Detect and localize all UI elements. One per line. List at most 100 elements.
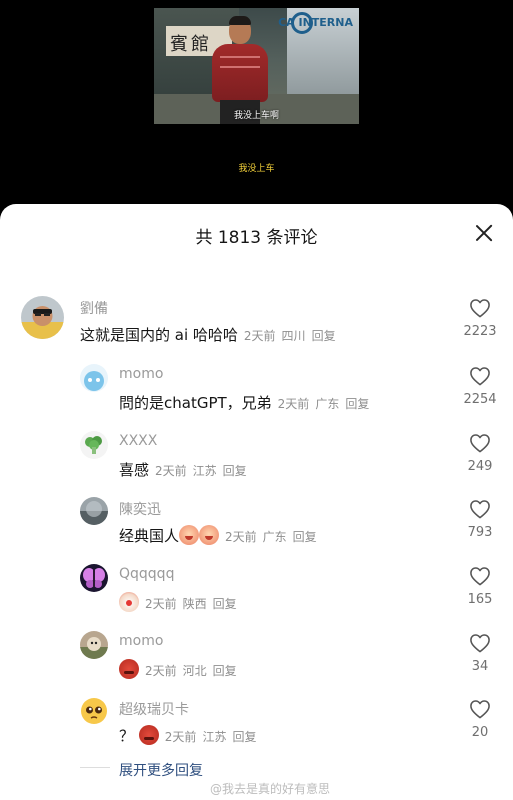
- like-button[interactable]: 34: [463, 633, 497, 674]
- comment-time: 2天前: [155, 464, 187, 478]
- comment-location: 江苏: [202, 730, 227, 744]
- avatar[interactable]: [80, 364, 108, 392]
- like-count: 2254: [463, 392, 497, 407]
- comment-meta: 2天前 江苏 回复: [155, 464, 253, 478]
- comment-text: 经典国人: [119, 527, 180, 545]
- heart-icon: [470, 299, 490, 318]
- comment-sheet: 共 1813 条评论 劉備 这就是国内的 ai 哈哈哈 2天前 四川 回复 2223: [0, 204, 513, 800]
- comment-item: 劉備 这就是国内的 ai 哈哈哈 2天前 四川 回复 2223: [0, 294, 513, 354]
- close-icon[interactable]: [473, 222, 495, 244]
- avatar[interactable]: [80, 564, 108, 592]
- like-button[interactable]: 249: [463, 433, 497, 474]
- comment-meta: 2天前 广东 回复: [225, 530, 323, 544]
- comment-location: 陕西: [182, 597, 207, 611]
- comment-item: Qqqqqq 2天前 陕西 回复 165: [0, 562, 513, 622]
- comment-meta: 2天前 陕西 回复: [145, 597, 243, 611]
- comment-time: 2天前: [145, 664, 177, 678]
- comment-author[interactable]: 陳奕迅: [119, 499, 161, 519]
- comment-meta: 2天前 江苏 回复: [165, 730, 263, 744]
- comment-item: momo 2天前 河北 回复 34: [0, 629, 513, 689]
- like-button[interactable]: 2254: [463, 366, 497, 407]
- watermark: @我去是真的好有意思: [210, 782, 331, 796]
- like-count: 165: [467, 592, 493, 607]
- like-button[interactable]: 165: [463, 566, 497, 607]
- comment-text: 問的是chatGPT，兄弟: [119, 394, 272, 412]
- comment-item: momo 問的是chatGPT，兄弟 2天前 广东 回复 2254: [0, 362, 513, 422]
- reply-button[interactable]: 回复: [293, 530, 317, 544]
- comment-author[interactable]: momo: [119, 633, 163, 649]
- person-hair: [229, 16, 251, 25]
- heart-icon: [470, 500, 490, 519]
- avatar[interactable]: [21, 296, 64, 339]
- comment-item: XXXX 喜感 2天前 江苏 回复 249: [0, 429, 513, 489]
- avatar[interactable]: [80, 697, 108, 725]
- angry-emoji: [138, 725, 159, 745]
- crying-laugh-emoji: [179, 525, 200, 545]
- like-count: 34: [471, 659, 489, 674]
- comment-author[interactable]: XXXX: [119, 433, 157, 449]
- comment-text-line: 2天前 河北 回复: [119, 659, 243, 679]
- reply-button[interactable]: 回复: [223, 464, 247, 478]
- heart-icon: [470, 634, 490, 653]
- video-frame: 賓館 CA INTERNA 我没上车啊: [154, 8, 359, 124]
- comment-meta: 2天前 河北 回复: [145, 664, 243, 678]
- like-button[interactable]: 793: [463, 499, 497, 540]
- comment-text-line: ？ 2天前 江苏 回复: [119, 725, 262, 746]
- comment-text-line: 这就是国内的 ai 哈哈哈 2天前 四川 回复: [80, 324, 342, 345]
- avatar-butterfly: [80, 564, 108, 592]
- avatar-landscape: [80, 497, 108, 525]
- reply-button[interactable]: 回复: [213, 664, 237, 678]
- comment-meta: 2天前 四川 回复: [244, 329, 342, 343]
- avatar-pleading-emoji: [81, 698, 107, 724]
- heart-icon: [470, 700, 490, 719]
- comment-location: 四川: [281, 329, 306, 343]
- comment-count-title: 共 1813 条评论: [195, 228, 318, 248]
- comment-location: 广东: [262, 530, 287, 544]
- comment-location: 江苏: [192, 464, 217, 478]
- comment-text: 这就是国内的 ai 哈哈哈: [80, 326, 238, 344]
- comment-text-line: 经典国人 2天前 广东 回复: [119, 525, 323, 546]
- avatar[interactable]: [80, 431, 108, 459]
- comment-location: 广东: [315, 397, 340, 411]
- comment-author[interactable]: 劉備: [80, 298, 108, 318]
- expand-more-replies-link[interactable]: 展开更多回复: [119, 760, 203, 780]
- divider: [80, 767, 110, 768]
- video-subtitle: 我没上车: [238, 164, 275, 174]
- person-body: [212, 44, 268, 102]
- comment-text: 喜感: [119, 461, 150, 479]
- like-button[interactable]: 2223: [463, 298, 497, 339]
- comment-time: 2天前: [277, 397, 310, 411]
- avatar[interactable]: [80, 497, 108, 525]
- avatar-cartoon-blue: [80, 364, 108, 392]
- like-count: 249: [467, 459, 493, 474]
- comment-author[interactable]: Qqqqqq: [119, 566, 174, 582]
- bus-text: CA INTERNA: [278, 16, 353, 29]
- reply-button[interactable]: 回复: [213, 597, 237, 611]
- video-player[interactable]: 賓館 CA INTERNA 我没上车啊 我没上车: [0, 0, 513, 215]
- comment-text-line: 問的是chatGPT，兄弟 2天前 广东 回复: [119, 392, 375, 413]
- person-stripe: [220, 66, 260, 68]
- comment-time: 2天前: [225, 530, 257, 544]
- comment-text: ？: [119, 727, 135, 745]
- comment-location: 河北: [182, 664, 207, 678]
- comment-author[interactable]: momo: [119, 366, 163, 382]
- reply-button[interactable]: 回复: [345, 397, 369, 411]
- comment-time: 2天前: [145, 597, 177, 611]
- like-count: 793: [467, 525, 493, 540]
- heart-icon: [470, 367, 490, 386]
- person-stripe: [220, 56, 260, 58]
- comment-author[interactable]: 超级瑞贝卡: [119, 699, 189, 719]
- comment-time: 2天前: [164, 730, 197, 744]
- heart-icon: [470, 434, 490, 453]
- comment-item: 超级瑞贝卡 ？ 2天前 江苏 回复 20: [0, 695, 513, 755]
- comment-time: 2天前: [243, 329, 276, 343]
- reply-button[interactable]: 回复: [232, 730, 256, 744]
- crying-laugh-emoji: [199, 525, 220, 545]
- reply-button[interactable]: 回复: [312, 329, 336, 343]
- like-button[interactable]: 20: [463, 699, 497, 740]
- avatar[interactable]: [80, 631, 108, 659]
- like-count: 20: [471, 725, 489, 740]
- scene-sign-text: 賓館: [170, 34, 212, 55]
- comment-item: 陳奕迅 经典国人 2天前 广东 回复 793: [0, 495, 513, 555]
- avatar-photo-man: [21, 296, 64, 339]
